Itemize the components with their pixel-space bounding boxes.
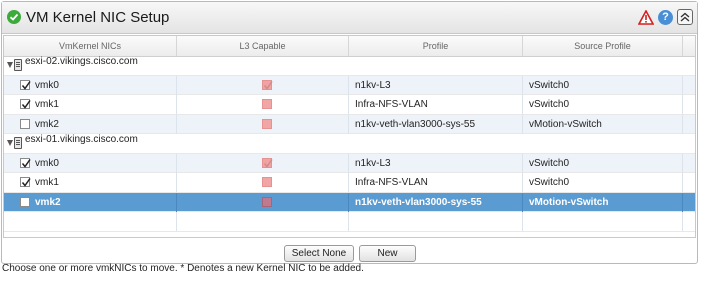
nic-name: vmk1 (35, 99, 59, 110)
host-server-icon (14, 59, 22, 71)
nic-checkbox[interactable] (20, 79, 31, 90)
column-header-l3-capable[interactable]: L3 Capable (177, 36, 349, 56)
nic-name: vmk2 (35, 196, 61, 208)
collapse-chevron-icon[interactable] (677, 9, 693, 25)
l3-capable-indicator (262, 99, 272, 109)
nic-checkbox[interactable] (20, 99, 31, 109)
expand-toggle-icon[interactable] (7, 62, 13, 68)
profile-cell: n1kv-L3 (355, 79, 391, 91)
table-row[interactable]: vmk0 n1kv-L3 vSwitch0 (4, 153, 695, 173)
source-profile-cell: vSwitch0 (529, 177, 570, 188)
warning-triangle-icon[interactable] (637, 9, 655, 25)
column-header-vmkernel-nics[interactable]: VmKernel NICs (4, 36, 177, 56)
host-row[interactable]: esxi-01.vikings.cisco.com (4, 134, 695, 154)
l3-capable-indicator (262, 157, 273, 168)
l3-capable-indicator (262, 79, 273, 90)
nic-checkbox[interactable] (20, 118, 30, 129)
title-bar: VM Kernel NIC Setup ? (2, 2, 697, 34)
help-icon[interactable]: ? (658, 10, 673, 25)
vmknic-table: VmKernel NICs L3 Capable Profile Source … (3, 35, 696, 238)
table-row[interactable]: vmk2 n1kv-veth-vlan3000-sys-55 vMotion-v… (4, 114, 695, 134)
table-row[interactable]: vmk0 n1kv-L3 vSwitch0 (4, 75, 695, 95)
table-row[interactable]: vmk1 Infra-NFS-VLAN vSwitch0 (4, 173, 695, 193)
column-header-profile[interactable]: Profile (349, 36, 523, 56)
host-server-icon (14, 137, 22, 149)
nic-checkbox[interactable] (20, 177, 31, 187)
source-profile-cell: vSwitch0 (529, 99, 570, 110)
column-header-source-profile[interactable]: Source Profile (523, 36, 683, 56)
profile-cell: n1kv-L3 (355, 157, 391, 169)
vm-kernel-nic-setup-panel: VM Kernel NIC Setup ? VmKernel NICs L3 C… (1, 1, 698, 264)
profile-cell: n1kv-veth-vlan3000-sys-55 (355, 118, 476, 130)
profile-cell: Infra-NFS-VLAN (355, 99, 428, 110)
nic-checkbox[interactable] (20, 196, 30, 207)
select-none-button[interactable]: Select None (284, 245, 354, 262)
nic-name: vmk0 (35, 157, 59, 169)
page-title: VM Kernel NIC Setup (26, 9, 170, 26)
source-profile-cell: vSwitch0 (529, 79, 570, 91)
l3-capable-indicator (262, 196, 272, 207)
nic-checkbox[interactable] (20, 157, 31, 168)
table-row-selected[interactable]: vmk2 n1kv-veth-vlan3000-sys-55 vMotion-v… (4, 192, 695, 212)
success-check-icon (7, 10, 21, 24)
footer-note: Choose one or more vmkNICs to move. * De… (2, 263, 364, 274)
table-header: VmKernel NICs L3 Capable Profile Source … (4, 36, 695, 57)
host-name: esxi-01.vikings.cisco.com (25, 134, 138, 145)
nic-name: vmk1 (35, 177, 59, 188)
new-button[interactable]: New (359, 245, 416, 262)
nic-name: vmk0 (35, 79, 59, 91)
expand-toggle-icon[interactable] (7, 140, 13, 146)
host-name: esxi-02.vikings.cisco.com (25, 56, 138, 67)
l3-capable-indicator (262, 177, 272, 187)
l3-capable-indicator (262, 118, 272, 129)
table-row[interactable]: vmk1 Infra-NFS-VLAN vSwitch0 (4, 95, 695, 115)
source-profile-cell: vMotion-vSwitch (529, 196, 609, 208)
source-profile-cell: vSwitch0 (529, 157, 570, 169)
host-row[interactable]: esxi-02.vikings.cisco.com (4, 56, 695, 76)
profile-cell: n1kv-veth-vlan3000-sys-55 (355, 196, 482, 208)
source-profile-cell: vMotion-vSwitch (529, 118, 602, 130)
profile-cell: Infra-NFS-VLAN (355, 177, 428, 188)
empty-row (4, 212, 695, 232)
nic-name: vmk2 (35, 118, 59, 130)
